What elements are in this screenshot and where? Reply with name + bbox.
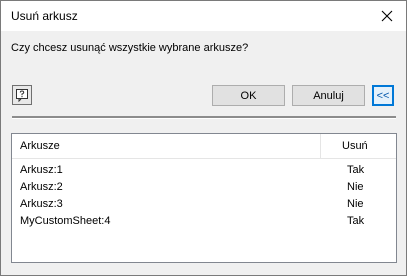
column-separator[interactable] <box>320 134 321 158</box>
delete-flag-cell[interactable]: Nie <box>347 198 364 210</box>
sheets-table[interactable]: Arkusze Usuń Arkusz:1 Tak Arkusz:2 Nie A… <box>11 133 397 263</box>
table-row[interactable]: MyCustomSheet:4 Tak <box>12 213 396 230</box>
help-button[interactable] <box>12 85 32 105</box>
sheet-name-cell: Arkusz:3 <box>20 198 63 210</box>
table-row[interactable]: Arkusz:1 Tak <box>12 162 396 179</box>
sheet-name-cell: Arkusz:1 <box>20 164 63 176</box>
ok-button[interactable]: OK <box>212 85 285 106</box>
close-button[interactable] <box>374 4 400 28</box>
table-row[interactable]: Arkusz:2 Nie <box>12 179 396 196</box>
dialog-title: Usuń arkusz <box>11 9 78 23</box>
collapse-details-button[interactable]: << <box>372 85 394 106</box>
column-header-sheets[interactable]: Arkusze <box>20 140 60 152</box>
column-header-delete[interactable]: Usuń <box>342 140 368 152</box>
divider <box>12 116 396 119</box>
table-row[interactable]: Arkusz:3 Nie <box>12 196 396 213</box>
delete-flag-cell[interactable]: Tak <box>347 215 364 227</box>
help-icon <box>16 89 28 102</box>
confirmation-message: Czy chcesz usunąć wszystkie wybrane arku… <box>11 42 249 54</box>
table-header: Arkusze Usuń <box>12 134 396 159</box>
sheet-name-cell: Arkusz:2 <box>20 181 63 193</box>
delete-sheet-dialog: Usuń arkusz Czy chcesz usunąć wszystkie … <box>0 0 407 276</box>
cancel-button[interactable]: Anuluj <box>292 85 365 106</box>
delete-flag-cell[interactable]: Nie <box>347 181 364 193</box>
sheet-name-cell: MyCustomSheet:4 <box>20 215 111 227</box>
delete-flag-cell[interactable]: Tak <box>347 164 364 176</box>
title-bar[interactable]: Usuń arkusz <box>1 1 406 31</box>
close-icon <box>381 10 393 22</box>
